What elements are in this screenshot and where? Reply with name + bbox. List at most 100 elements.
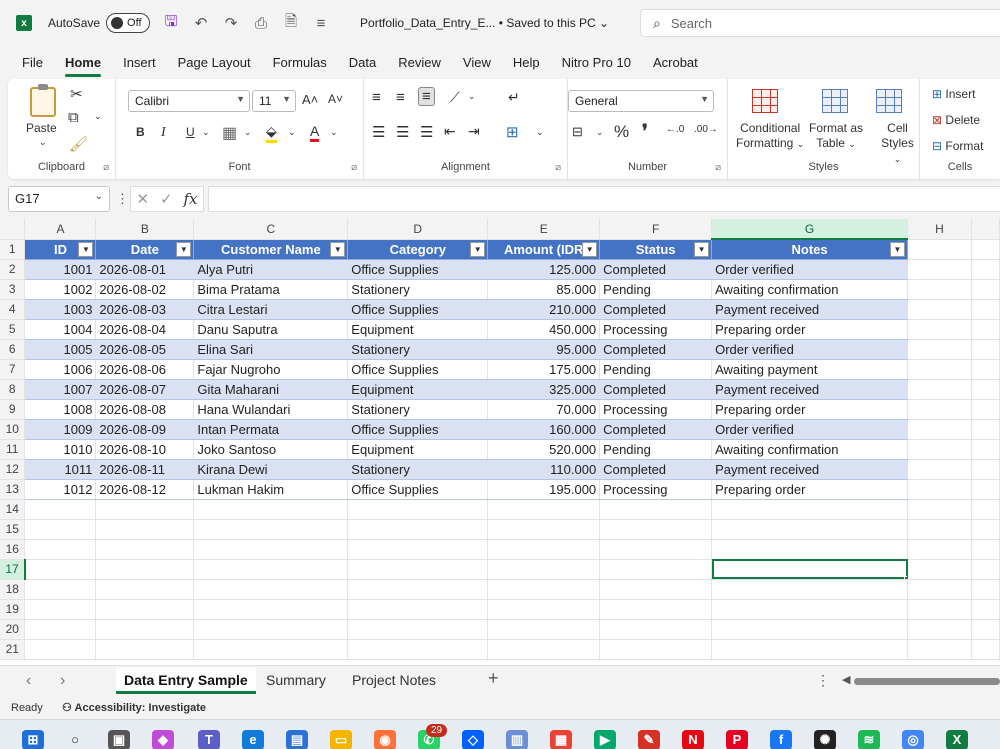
table-cell[interactable]: 2026-08-04 (95, 319, 195, 340)
table-header-cell[interactable]: Date ▼ (95, 239, 195, 260)
fill-color-dropdown-icon[interactable]: ⌄ (288, 127, 296, 138)
cell[interactable] (971, 239, 1000, 260)
format-cells-button[interactable]: ⊟ Format (932, 139, 983, 153)
table-cell[interactable]: Joko Santoso (193, 439, 349, 460)
filter-dropdown-icon[interactable]: ▼ (330, 241, 346, 257)
table-cell[interactable]: Bima Pratama (193, 279, 349, 300)
cell[interactable] (971, 339, 1000, 360)
cell[interactable] (971, 599, 1000, 620)
increase-indent-icon[interactable]: ⇥ (468, 123, 480, 140)
table-cell[interactable]: Lukman Hakim (193, 479, 349, 500)
cell[interactable] (711, 599, 909, 620)
table-cell[interactable]: 1012 (24, 479, 97, 500)
cell[interactable] (971, 479, 1000, 500)
table-cell[interactable]: Gita Maharani (193, 379, 349, 400)
menu-tab-data[interactable]: Data (349, 55, 376, 70)
table-cell[interactable]: 450.000 (487, 319, 601, 340)
column-header-f[interactable]: F (599, 219, 713, 240)
cell[interactable] (971, 259, 1000, 280)
table-cell[interactable]: 2026-08-12 (95, 479, 195, 500)
fill-handle[interactable] (904, 575, 907, 578)
align-bottom-icon[interactable]: ≡ (418, 87, 435, 106)
enter-icon[interactable]: ✓ (160, 190, 173, 208)
cell[interactable] (907, 419, 972, 440)
cell[interactable] (193, 539, 349, 560)
next-sheet-icon[interactable]: › (60, 672, 65, 690)
table-cell[interactable]: Intan Permata (193, 419, 349, 440)
row-header[interactable]: 2 (0, 259, 26, 280)
table-cell[interactable]: Citra Lestari (193, 299, 349, 320)
format-as-table-button[interactable]: Format as Table ⌄ (809, 121, 863, 152)
add-sheet-icon[interactable]: + (488, 668, 499, 689)
table-cell[interactable]: 160.000 (487, 419, 601, 440)
cell[interactable] (347, 559, 489, 580)
cell[interactable] (711, 519, 909, 540)
decrease-indent-icon[interactable]: ⇤ (444, 123, 456, 140)
table-cell[interactable]: Stationery (347, 459, 489, 480)
column-header-c[interactable]: C (193, 219, 349, 240)
search-box[interactable]: ⌕ Search (640, 9, 1000, 37)
cell[interactable] (487, 539, 601, 560)
document-icon[interactable]: 🗎 (282, 11, 300, 36)
cell[interactable] (971, 279, 1000, 300)
print-icon[interactable]: ⎙ (252, 15, 270, 32)
cell[interactable] (971, 499, 1000, 520)
table-cell[interactable]: Hana Wulandari (193, 399, 349, 420)
table-cell[interactable]: Completed (599, 419, 713, 440)
filter-dropdown-icon[interactable]: ▼ (176, 241, 192, 257)
table-cell[interactable]: 95.000 (487, 339, 601, 360)
row-header[interactable]: 21 (0, 639, 26, 660)
app-grid-icon[interactable]: ▦ (550, 730, 572, 749)
horizontal-scrollbar[interactable]: ◀ (842, 674, 1000, 686)
autosave-toggle[interactable]: Off (106, 13, 151, 33)
pinterest-icon[interactable]: P (726, 730, 748, 749)
increase-decimal-icon[interactable]: ←.0 (666, 124, 684, 135)
paste-button[interactable]: Paste (26, 121, 57, 135)
menu-tab-page-layout[interactable]: Page Layout (178, 55, 251, 70)
table-cell[interactable]: 1001 (24, 259, 97, 280)
table-cell[interactable]: Fajar Nugroho (193, 359, 349, 380)
conditional-formatting-icon[interactable] (752, 89, 778, 113)
cell[interactable] (971, 559, 1000, 580)
cell[interactable] (971, 299, 1000, 320)
menu-tab-insert[interactable]: Insert (123, 55, 156, 70)
table-cell[interactable]: 1006 (24, 359, 97, 380)
select-all-corner[interactable] (0, 219, 26, 240)
edge-icon[interactable]: e (242, 730, 264, 749)
table-cell[interactable]: Processing (599, 479, 713, 500)
merge-center-icon[interactable]: ⊞ (506, 123, 519, 141)
table-cell[interactable]: 2026-08-09 (95, 419, 195, 440)
table-cell[interactable]: 2026-08-02 (95, 279, 195, 300)
row-header[interactable]: 6 (0, 339, 26, 360)
table-cell[interactable]: Office Supplies (347, 479, 489, 500)
table-cell[interactable]: 2026-08-03 (95, 299, 195, 320)
row-header[interactable]: 8 (0, 379, 26, 400)
cell[interactable] (907, 339, 972, 360)
table-cell[interactable]: Elina Sari (193, 339, 349, 360)
cell[interactable] (95, 579, 195, 600)
table-header-cell[interactable]: Customer Name ▼ (193, 239, 349, 260)
orientation-icon[interactable]: ⟋ (450, 89, 460, 106)
cell[interactable] (193, 559, 349, 580)
row-header[interactable]: 15 (0, 519, 26, 540)
cell[interactable] (599, 639, 713, 660)
row-header[interactable]: 16 (0, 539, 26, 560)
table-cell[interactable]: Danu Saputra (193, 319, 349, 340)
cell[interactable] (907, 459, 972, 480)
table-cell[interactable]: Preparing order (711, 479, 909, 500)
decrease-decimal-icon[interactable]: .00→ (694, 124, 718, 135)
task-view-icon[interactable]: ▣ (108, 730, 130, 749)
more-options-icon[interactable]: ⋮ (816, 672, 830, 689)
column-header-h[interactable]: H (907, 219, 972, 240)
cell[interactable] (711, 639, 909, 660)
table-header-cell[interactable]: Category ▼ (347, 239, 489, 260)
cell[interactable] (711, 579, 909, 600)
menu-tab-help[interactable]: Help (513, 55, 540, 70)
orientation-dropdown-icon[interactable]: ⌄ (468, 91, 476, 102)
cell[interactable] (711, 539, 909, 560)
cell[interactable] (971, 319, 1000, 340)
number-format-select[interactable]: General ▼ (568, 90, 714, 112)
italic-button[interactable]: I (161, 125, 166, 141)
column-header-e[interactable]: E (487, 219, 601, 240)
formula-input[interactable] (208, 186, 1000, 212)
